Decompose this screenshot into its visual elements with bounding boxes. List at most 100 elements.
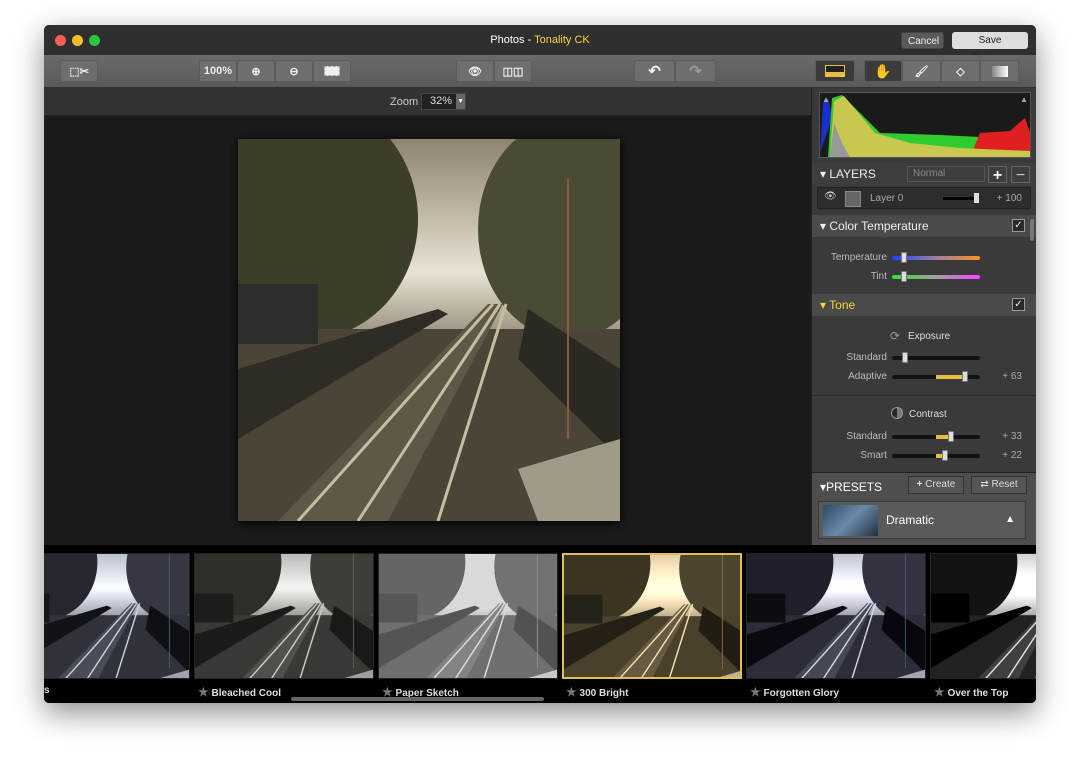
histogram: ▲ ▲ — [819, 92, 1031, 158]
layers-title: LAYERS — [829, 167, 876, 181]
preset-thumbnail[interactable] — [44, 553, 190, 679]
photo-preview — [238, 139, 620, 521]
zoom-in-button[interactable]: ⊕ — [237, 60, 275, 82]
preset-label[interactable]: ★ Over the Top — [934, 685, 1008, 699]
crop-icon: ⬚✂ — [69, 65, 89, 78]
opacity-value: + 100 — [996, 193, 1022, 204]
fit-screen-button[interactable] — [313, 60, 351, 82]
eye-icon: 👁 — [468, 65, 482, 78]
layer-row[interactable]: 👁 Layer 0 + 100 — [817, 187, 1031, 209]
split-view-button[interactable]: ◫◫ — [494, 60, 532, 82]
layer-thumbnail — [845, 191, 861, 207]
color-temperature-header[interactable]: ▾ Color Temperature ✓ — [812, 215, 1036, 237]
filmstrip-scrollbar[interactable] — [291, 697, 544, 701]
opacity-slider[interactable] — [943, 193, 979, 203]
contrast-standard-slider[interactable] — [892, 431, 980, 442]
brush-icon: 🖌 — [914, 65, 929, 78]
exposure-icon: ⟳ — [890, 329, 901, 343]
reset-icon: ⇄ — [980, 479, 989, 490]
add-layer-button[interactable]: + — [988, 166, 1007, 184]
preset-label[interactable]: ★ Bleached Cool — [198, 685, 281, 699]
zoom-value: 32% — [430, 95, 453, 107]
image-canvas[interactable] — [44, 116, 811, 545]
zoom-out-button[interactable]: ⊖ — [275, 60, 313, 82]
fit-screen-icon — [324, 66, 340, 76]
tone-checkbox[interactable]: ✓ — [1012, 298, 1025, 311]
histogram-button[interactable] — [815, 60, 855, 82]
right-panel: ▲ ▲ ▾ LAYERS Normal + − 👁 Layer 0 + 100 … — [811, 88, 1036, 545]
preset-thumbnail — [823, 505, 878, 536]
panel-scrollbar[interactable] — [1030, 219, 1034, 241]
preset-thumbnail[interactable] — [194, 553, 374, 679]
zoom-select[interactable]: 32% ▼ — [421, 93, 466, 110]
tone-header[interactable]: ▾ Tone ✓ — [812, 294, 1036, 316]
preview-button[interactable]: 👁 — [456, 60, 494, 82]
preset-selector[interactable]: Dramatic ▲ — [818, 501, 1026, 539]
section-title: Tone — [829, 298, 856, 312]
preset-thumbnail[interactable] — [562, 553, 742, 679]
preset-label[interactable]: y Blues — [44, 685, 50, 696]
tint-label: Tint — [870, 271, 887, 282]
zoom-out-icon: ⊖ — [289, 65, 299, 78]
temperature-label: Temperature — [830, 252, 887, 263]
histogram-icon — [825, 65, 845, 77]
exposure-standard-slider[interactable] — [892, 352, 980, 363]
preset-thumbnail[interactable] — [930, 553, 1036, 679]
exposure-title: Exposure — [908, 331, 951, 342]
contrast-icon — [891, 407, 903, 419]
gradient-tool-button[interactable] — [980, 60, 1019, 82]
split-view-icon: ◫◫ — [502, 65, 524, 78]
undo-icon: ↶ — [648, 63, 661, 80]
star-icon[interactable]: ★ — [934, 685, 945, 699]
title-bar: Photos - Tonality CK Cancel Save Changes — [44, 25, 1036, 63]
preset-label[interactable]: ★ Forgotten Glory — [750, 685, 839, 699]
create-preset-button[interactable]: + Create — [908, 476, 964, 494]
zoom-in-icon: ⊕ — [251, 65, 261, 78]
crop-button[interactable]: ⬚✂ — [60, 60, 98, 82]
contrast-smart-value: + 22 — [1002, 450, 1022, 461]
exposure-adaptive-slider[interactable] — [892, 371, 980, 382]
preset-thumbnail[interactable] — [378, 553, 558, 679]
star-icon[interactable]: ★ — [750, 685, 761, 699]
expand-presets-icon[interactable]: ▲ — [1005, 514, 1015, 525]
tint-slider[interactable] — [892, 271, 980, 282]
save-changes-button[interactable]: Save Changes — [952, 32, 1028, 63]
zoom-label: Zoom — [390, 96, 419, 108]
preset-thumbnail[interactable] — [746, 553, 926, 679]
chevron-down-icon: ▼ — [456, 94, 465, 109]
preset-name: Dramatic — [886, 513, 935, 527]
contrast-smart-slider[interactable] — [892, 450, 980, 461]
eye-icon[interactable]: 👁 — [824, 191, 837, 202]
eraser-tool-button[interactable]: ◇ — [941, 60, 980, 82]
eraser-icon: ◇ — [956, 65, 965, 78]
highlight-clip-icon[interactable]: ▲ — [1020, 95, 1028, 104]
star-icon[interactable]: ★ — [566, 685, 577, 699]
presets-title: ▾PRESETS — [820, 480, 883, 494]
remove-layer-button[interactable]: − — [1011, 166, 1030, 184]
color-temperature-checkbox[interactable]: ✓ — [1012, 219, 1025, 232]
toolbar: ⬚✂ 100% ⊕ ⊖ 👁 ◫◫ ↶ ↷ ✋ 🖌 ◇ — [44, 55, 1036, 88]
exposure-standard-label: Standard — [846, 352, 887, 363]
presets-section: ▾PRESETS + Create ⇄ Reset Dramatic ▲ — [812, 472, 1036, 545]
blend-mode-select[interactable]: Normal — [907, 166, 985, 182]
brush-tool-button[interactable]: 🖌 — [902, 60, 941, 82]
contrast-smart-label: Smart — [860, 450, 887, 461]
redo-icon: ↷ — [689, 63, 702, 80]
reset-preset-button[interactable]: ⇄ Reset — [971, 476, 1027, 494]
star-icon[interactable]: ★ — [198, 685, 209, 699]
contrast-standard-label: Standard — [846, 431, 887, 442]
zoom-100-button[interactable]: 100% — [199, 60, 237, 82]
hand-icon: ✋ — [874, 62, 892, 79]
app-window: Photos - Tonality CK Cancel Save Changes… — [44, 25, 1036, 703]
temperature-slider[interactable] — [892, 252, 980, 263]
contrast-title: Contrast — [909, 409, 947, 420]
contrast-standard-value: + 33 — [1002, 431, 1022, 442]
exposure-adaptive-label: Adaptive — [848, 371, 887, 382]
shadow-clip-icon[interactable]: ▲ — [822, 95, 830, 104]
layer-name: Layer 0 — [870, 193, 904, 204]
cancel-button[interactable]: Cancel — [901, 32, 944, 49]
undo-button[interactable]: ↶ — [634, 60, 675, 82]
hand-tool-button[interactable]: ✋ — [864, 60, 902, 82]
preset-label[interactable]: ★ 300 Bright — [566, 685, 628, 699]
redo-button[interactable]: ↷ — [675, 60, 716, 82]
